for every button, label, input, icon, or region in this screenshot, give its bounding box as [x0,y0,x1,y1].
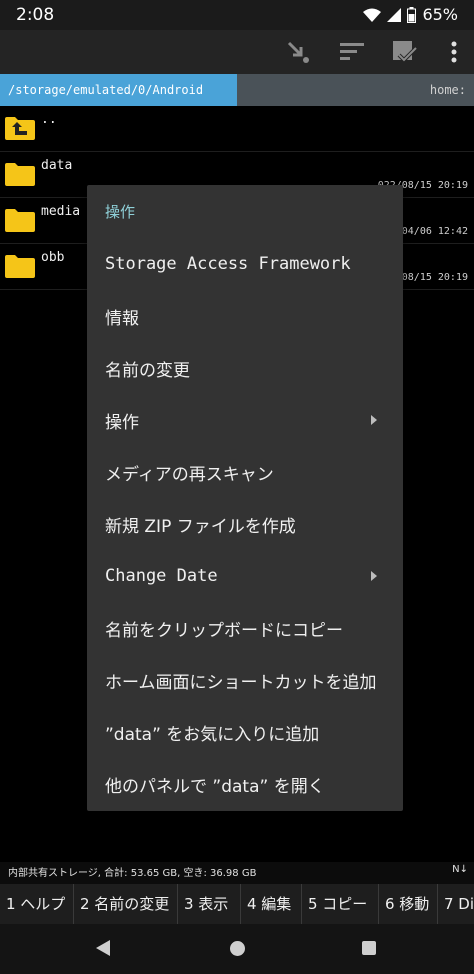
path-bar: /storage/emulated/0/Android home: [0,74,474,106]
wifi-icon [363,8,382,22]
folder-icon [5,209,35,232]
fkey-help[interactable]: 1 ヘルプ [0,884,74,924]
fkey-view[interactable]: 3 表示 [178,884,241,924]
function-key-bar: 1 ヘルプ 2 名前の変更 3 表示 4 編集 5 コピー 6 移動 7 Di [0,884,474,924]
menu-item-label: Storage Access Framework [105,254,351,274]
menu-item-copy-name[interactable]: 名前をクリップボードにコピー [87,602,403,654]
status-time: 2:08 [16,5,55,25]
list-item[interactable]: .. [0,106,474,152]
menu-item-label: 他のパネルで ”data” を開く [105,776,325,797]
menu-item-change-date[interactable]: Change Date [87,550,403,602]
menu-item-open-other-panel[interactable]: 他のパネルで ”data” を開く [87,758,403,810]
status-icons: 65% [363,5,458,24]
folder-icon [5,255,35,278]
toolbar [0,30,474,74]
file-name: data [41,158,73,173]
menu-item-label: 情報 [105,308,139,329]
home-icon[interactable] [230,941,245,956]
storage-right-indicator: N↓ [452,864,468,875]
battery-icon [407,6,417,23]
select-icon[interactable] [390,38,418,66]
menu-item-label: 名前の変更 [105,360,190,381]
menu-item-info[interactable]: 情報 [87,290,403,342]
back-icon[interactable] [96,940,110,956]
submenu-arrow-icon [371,571,377,581]
storage-info: 内部共有ストレージ, 合計: 53.65 GB, 空き: 36.98 GB N↓ [0,862,474,884]
menu-item-add-favorite[interactable]: ”data” をお気に入りに追加 [87,706,403,758]
home-path[interactable]: home: [430,74,466,106]
storage-text: 内部共有ストレージ, 合計: 53.65 GB, 空き: 36.98 GB [8,868,257,879]
context-menu: 操作 Storage Access Framework 情報 名前の変更 操作 … [87,185,403,811]
fkey-move[interactable]: 6 移動 [379,884,438,924]
file-name: .. [41,112,57,127]
menu-item-rename[interactable]: 名前の変更 [87,342,403,394]
current-path[interactable]: /storage/emulated/0/Android [0,74,237,106]
mark-icon[interactable] [284,38,312,66]
fkey-dir[interactable]: 7 Di [438,884,474,924]
menu-item-rescan-media[interactable]: メディアの再スキャン [87,446,403,498]
sort-icon[interactable] [338,38,366,66]
menu-item-add-shortcut[interactable]: ホーム画面にショートカットを追加 [87,654,403,706]
menu-item-label: ホーム画面にショートカットを追加 [105,672,377,693]
battery-level: 65% [422,5,458,24]
status-bar: 2:08 65% [0,0,474,30]
recent-apps-icon[interactable] [362,941,376,955]
fkey-rename[interactable]: 2 名前の変更 [74,884,178,924]
system-nav-bar [0,924,474,974]
signal-icon [387,7,402,22]
menu-title: 操作 [105,203,136,221]
menu-item-label: Change Date [105,566,218,586]
parent-folder-icon [5,117,35,140]
menu-item-label: ”data” をお気に入りに追加 [105,724,320,745]
file-name: media [41,204,81,219]
menu-item-label: 名前をクリップボードにコピー [105,620,343,641]
more-icon[interactable] [440,38,468,66]
menu-item-label: 新規 ZIP ファイルを作成 [105,516,296,537]
menu-item-label: メディアの再スキャン [105,464,274,485]
fkey-edit[interactable]: 4 編集 [241,884,302,924]
menu-item-operations[interactable]: 操作 [87,394,403,446]
folder-icon [5,163,35,186]
fkey-copy[interactable]: 5 コピー [302,884,379,924]
menu-item-new-zip[interactable]: 新規 ZIP ファイルを作成 [87,498,403,550]
submenu-arrow-icon [371,415,377,425]
file-name: obb [41,250,65,265]
menu-item-label: 操作 [105,412,139,433]
menu-item-storage-access-framework[interactable]: Storage Access Framework [87,238,403,290]
